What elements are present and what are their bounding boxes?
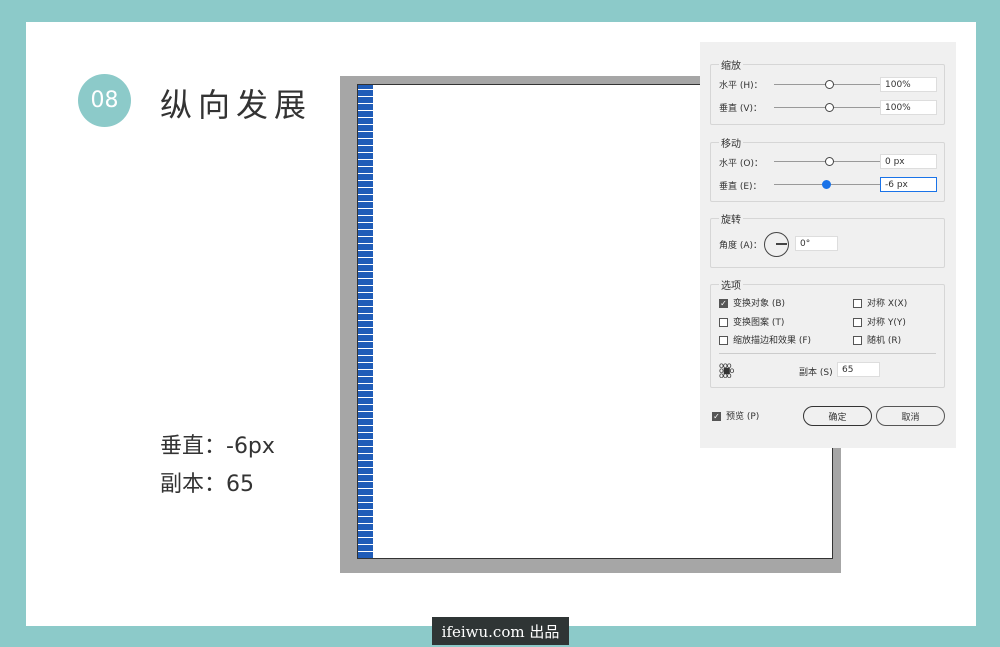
move-v-slider[interactable] (774, 180, 886, 189)
move-group: 移动 水平 (O)： 0 px 垂直 (E)： -6 px (710, 135, 945, 202)
scale-v-label: 垂直 (V)： (719, 104, 763, 114)
scale-v-input[interactable]: 100% (880, 100, 937, 115)
ok-button[interactable]: 确定 (803, 406, 872, 426)
cancel-button[interactable]: 取消 (876, 406, 945, 426)
scale-group: 缩放 水平 (H)： 100% 垂直 (V)： 100% (710, 57, 945, 125)
slider-knob[interactable] (825, 157, 834, 166)
slider-knob[interactable] (825, 103, 834, 112)
scale-v-slider[interactable] (774, 103, 886, 112)
options-group: 选项 ✓ 变换对象 (B) 对称 X(X) 变换图案 (T) 对称 Y(Y) 缩放… (710, 277, 945, 388)
move-v-label: 垂直 (E)： (719, 182, 762, 192)
slider-knob[interactable] (825, 80, 834, 89)
slider-knob[interactable] (822, 180, 831, 189)
transform-objects-checkbox[interactable]: ✓ 变换对象 (B) (719, 296, 785, 309)
preview-checkbox[interactable]: ✓ 预览 (P) (712, 409, 759, 422)
scale-h-input[interactable]: 100% (880, 77, 937, 92)
move-h-label: 水平 (O)： (719, 159, 763, 169)
note-copies: 副本：65 (160, 472, 254, 497)
move-h-input[interactable]: 0 px (880, 154, 937, 169)
note-vertical: 垂直：-6px (160, 434, 275, 459)
scale-h-slider[interactable] (774, 80, 886, 89)
scale-h-label: 水平 (H)： (719, 81, 763, 91)
transform-dialog: 缩放 水平 (H)： 100% 垂直 (V)： 100% 移动 水平 (O)： … (700, 42, 956, 448)
scale-label: 缩放 (719, 57, 743, 72)
options-label: 选项 (719, 277, 743, 292)
transform-patterns-checkbox[interactable]: 变换图案 (T) (719, 315, 784, 328)
reference-point-icon[interactable]: ooo o■o ooo (719, 362, 734, 380)
move-v-input[interactable]: -6 px (880, 177, 937, 192)
angle-dial-icon[interactable] (764, 232, 789, 257)
angle-label: 角度 (A)： (719, 241, 763, 251)
copies-input[interactable]: 65 (837, 362, 880, 377)
step-title: 纵向发展 (160, 86, 313, 124)
move-h-slider[interactable] (774, 157, 886, 166)
footer-credit: ifeiwu.com 出品 (432, 617, 569, 645)
copies-label: 副本 (S) (799, 368, 833, 378)
triangle-pattern-column (358, 85, 373, 558)
rotate-label: 旋转 (719, 211, 743, 226)
divider (719, 353, 936, 354)
scale-strokes-checkbox[interactable]: 缩放描边和效果 (F) (719, 333, 811, 346)
rotate-group: 旋转 角度 (A)： 0° (710, 211, 945, 268)
angle-input[interactable]: 0° (795, 236, 838, 251)
step-badge: 08 (78, 74, 131, 127)
reflect-y-checkbox[interactable]: 对称 Y(Y) (853, 315, 906, 328)
reflect-x-checkbox[interactable]: 对称 X(X) (853, 296, 907, 309)
move-label: 移动 (719, 135, 743, 150)
random-checkbox[interactable]: 随机 (R) (853, 333, 901, 346)
